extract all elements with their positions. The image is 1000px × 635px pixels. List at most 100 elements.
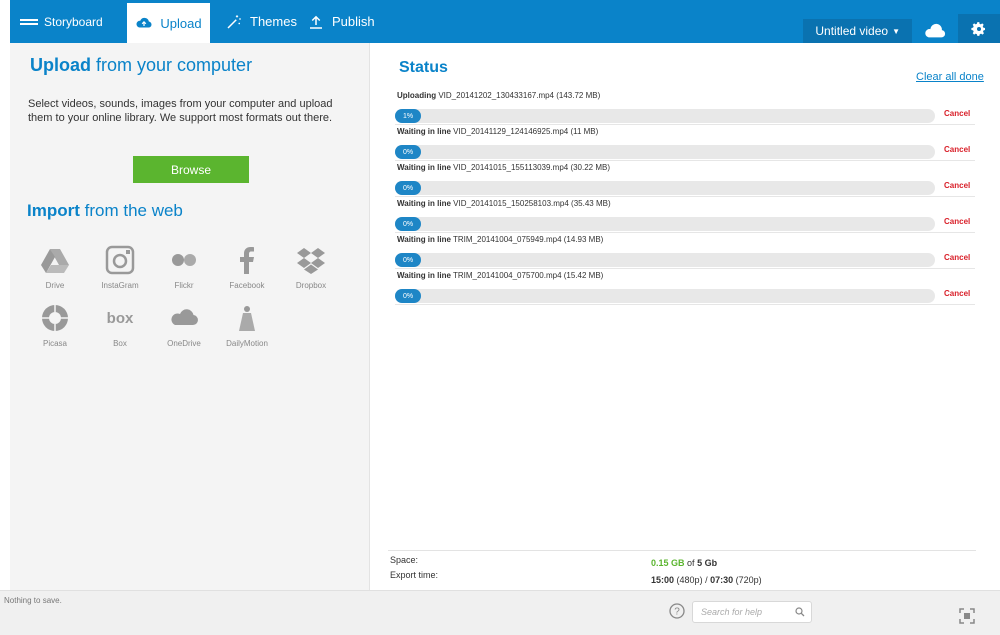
source-dropbox-label: Dropbox [295,281,327,290]
cancel-button[interactable]: Cancel [944,109,970,118]
source-drive[interactable]: Drive [25,245,85,290]
export-720-res: (720p) [735,575,762,585]
tab-themes-label: Themes [250,14,297,29]
progress-bar: 0% [395,145,935,159]
export-time-label: Export time: [390,570,439,580]
divider [388,550,976,551]
upload-row: Uploading VID_20141202_130433167.mp4 (14… [395,89,975,125]
tab-upload[interactable]: Upload [127,0,210,43]
source-onedrive[interactable]: OneDrive [154,303,214,348]
space-value: 0.15 GB of 5 Gb [651,558,717,568]
fullscreen-icon[interactable] [959,608,975,624]
upload-row: Waiting in line TRIM_20141004_075700.mp4… [395,269,975,305]
progress-bar: 0% [395,253,935,267]
upload-file: VID_20141015_150258103.mp4 (35.43 MB) [453,199,611,208]
dropbox-icon [297,248,325,274]
settings-button[interactable] [958,14,1000,43]
picasa-icon [42,305,68,331]
progress-bar: 1% [395,109,935,123]
source-facebook[interactable]: Facebook [217,245,277,290]
drive-icon [41,249,69,273]
onedrive-icon [171,309,198,325]
upload-state: Waiting in line [397,199,451,208]
tab-upload-label: Upload [160,15,202,31]
upload-row-text: Waiting in line VID_20141015_155113039.m… [397,163,610,172]
save-status-text: Nothing to save. [4,596,62,605]
svg-text:?: ? [674,607,680,618]
upload-state: Waiting in line [397,127,451,136]
export-480-res: (480p) / [676,575,708,585]
import-heading: Import from the web [27,201,183,221]
import-heading-bold: Import [27,201,80,220]
magic-wand-icon [227,14,241,29]
source-dailymotion[interactable]: DailyMotion [217,303,277,348]
upload-file: TRIM_20141004_075949.mp4 (14.93 MB) [453,235,604,244]
upload-heading-rest: from your computer [96,55,253,75]
export-time-value: 15:00 (480p) / 07:30 (720p) [651,575,762,585]
chevron-down-icon: ▼ [892,26,900,36]
upload-row-text: Waiting in line TRIM_20141004_075700.mp4… [397,271,603,280]
source-dropbox[interactable]: Dropbox [281,245,341,290]
cloud-upload-icon [136,17,152,28]
tab-themes[interactable]: Themes [225,0,297,43]
flickr-icon [172,254,196,266]
help-search-input[interactable]: Search for help [692,601,812,623]
cloud-sync-button[interactable] [920,19,950,43]
source-drive-label: Drive [45,281,65,290]
cancel-button[interactable]: Cancel [944,253,970,262]
cancel-button[interactable]: Cancel [944,181,970,190]
space-of: of [687,558,695,568]
cancel-button[interactable]: Cancel [944,145,970,154]
upload-state: Uploading [397,91,437,100]
upload-heading: Upload from your computer [30,55,252,76]
tab-publish[interactable]: Publish [307,0,375,43]
upload-file: VID_20141015_155113039.mp4 (30.22 MB) [453,163,611,172]
progress-bar: 0% [395,289,935,303]
svg-text:box: box [107,310,134,327]
space-label: Space: [390,555,419,565]
clear-all-done-link[interactable]: Clear all done [916,71,984,83]
storyboard-logo-icon [20,18,38,25]
cancel-button[interactable]: Cancel [944,217,970,226]
progress-fill: 0% [395,217,421,231]
source-flickr[interactable]: Flickr [154,245,214,290]
upload-arrow-icon [310,15,322,29]
source-box-label: Box [113,339,127,348]
instagram-icon [105,245,135,275]
help-icon[interactable]: ? [669,603,685,619]
status-heading: Status [399,59,448,76]
upload-row: Waiting in line TRIM_20141004_075949.mp4… [395,233,975,269]
upload-file: TRIM_20141004_075700.mp4 (15.42 MB) [453,271,604,280]
upload-heading-bold: Upload [30,55,91,75]
upload-file: VID_20141129_124146925.mp4 (11 MB) [453,127,599,136]
search-icon [795,607,805,617]
upload-row: Waiting in line VID_20141015_155113039.m… [395,161,975,197]
status-bar: Nothing to save. ? Search for help [0,590,1000,635]
source-onedrive-label: OneDrive [167,339,201,348]
progress-fill: 0% [395,253,421,267]
browse-button[interactable]: Browse [133,156,249,183]
export-480-time: 15:00 [651,575,675,585]
brand-name: Storyboard [44,14,103,29]
space-used: 0.15 GB [651,558,685,568]
source-facebook-label: Facebook [229,281,265,290]
cancel-button[interactable]: Cancel [944,289,970,298]
progress-fill: 1% [395,109,421,123]
upload-row-text: Waiting in line VID_20141015_150258103.m… [397,199,611,208]
progress-fill: 0% [395,289,421,303]
upload-description: Select videos, sounds, images from your … [28,98,333,124]
upload-row-text: Uploading VID_20141202_130433167.mp4 (14… [397,91,600,100]
brand[interactable]: Storyboard [20,0,103,43]
source-instagram[interactable]: InstaGram [90,245,150,290]
upload-row: Waiting in line VID_20141015_150258103.m… [395,197,975,233]
progress-fill: 0% [395,145,421,159]
upload-row: Waiting in line VID_20141129_124146925.m… [395,125,975,161]
source-picasa[interactable]: Picasa [25,303,85,348]
video-title-dropdown[interactable]: Untitled video ▼ [803,19,912,43]
space-total: 5 Gb [697,558,718,568]
dailymotion-icon [239,306,255,331]
source-box[interactable]: box Box [90,303,150,348]
help-search-placeholder: Search for help [701,607,763,617]
upload-state: Waiting in line [397,163,451,172]
cloud-icon [925,23,946,38]
